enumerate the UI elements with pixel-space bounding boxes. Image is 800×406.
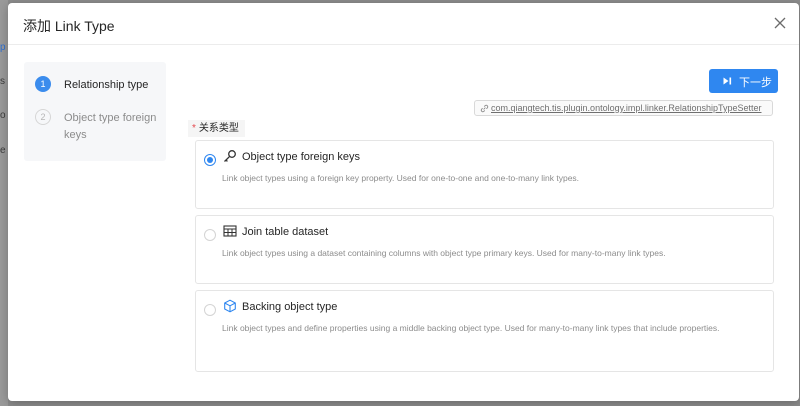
option-title: Backing object type: [242, 301, 338, 313]
background-letter: o: [0, 110, 6, 121]
option-title: Join table dataset: [242, 226, 329, 238]
dialog-header: 添加 Link Type: [8, 3, 799, 45]
option-card-join-table[interactable]: Join table dataset Link object types usi…: [195, 215, 774, 284]
option-description: Link object types using a foreign key pr…: [222, 173, 580, 183]
plugin-class-name: com.qiangtech.tis.plugin.ontology.impl.l…: [491, 103, 762, 113]
radio-foreign-keys[interactable]: [204, 154, 216, 166]
required-mark: *: [192, 123, 196, 134]
plugin-class-link[interactable]: com.qiangtech.tis.plugin.ontology.impl.l…: [474, 100, 773, 116]
background-letter: s: [0, 76, 5, 87]
close-icon[interactable]: [771, 14, 789, 32]
step-number: 1: [35, 76, 51, 92]
background-letter: p: [0, 42, 6, 53]
add-link-type-dialog: 添加 Link Type 1 Relationship type 2 Objec…: [8, 3, 799, 401]
option-card-backing-object[interactable]: Backing object type Link object types an…: [195, 290, 774, 372]
background-page-edge: p s o e: [0, 0, 8, 406]
next-step-button[interactable]: 下一步: [709, 69, 778, 93]
cube-icon: [224, 299, 236, 313]
option-description: Link object types and define properties …: [222, 323, 720, 333]
link-icon: [480, 104, 489, 113]
step-number: 2: [35, 109, 51, 125]
step-forward-icon: [723, 77, 732, 85]
step-label: Object type foreign keys: [64, 112, 157, 141]
option-card-foreign-keys[interactable]: Object type foreign keys Link object typ…: [195, 140, 774, 209]
dialog-title: 添加 Link Type: [23, 18, 115, 34]
relationship-type-field-label: * 关系类型: [188, 120, 245, 137]
radio-backing-object[interactable]: [204, 304, 216, 316]
key-icon: [224, 150, 236, 162]
option-description: Link object types using a dataset contai…: [222, 248, 666, 258]
step-label: Relationship type: [64, 79, 149, 91]
wizard-steps: 1 Relationship type 2 Object type foreig…: [24, 62, 166, 161]
table-icon: [223, 225, 237, 237]
background-letter: e: [0, 145, 6, 156]
field-label-text: 关系类型: [198, 123, 239, 134]
next-step-label: 下一步: [739, 77, 772, 89]
radio-join-table[interactable]: [204, 229, 216, 241]
option-title: Object type foreign keys: [242, 151, 361, 163]
